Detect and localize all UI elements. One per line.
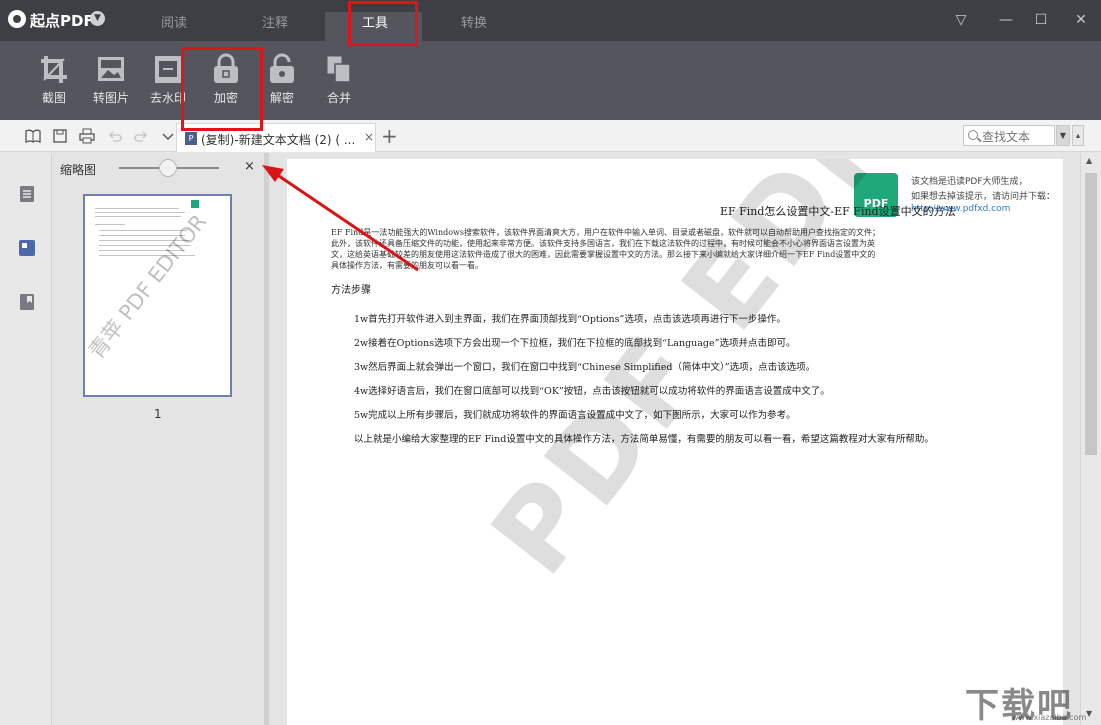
annotation-arrow xyxy=(262,165,419,272)
